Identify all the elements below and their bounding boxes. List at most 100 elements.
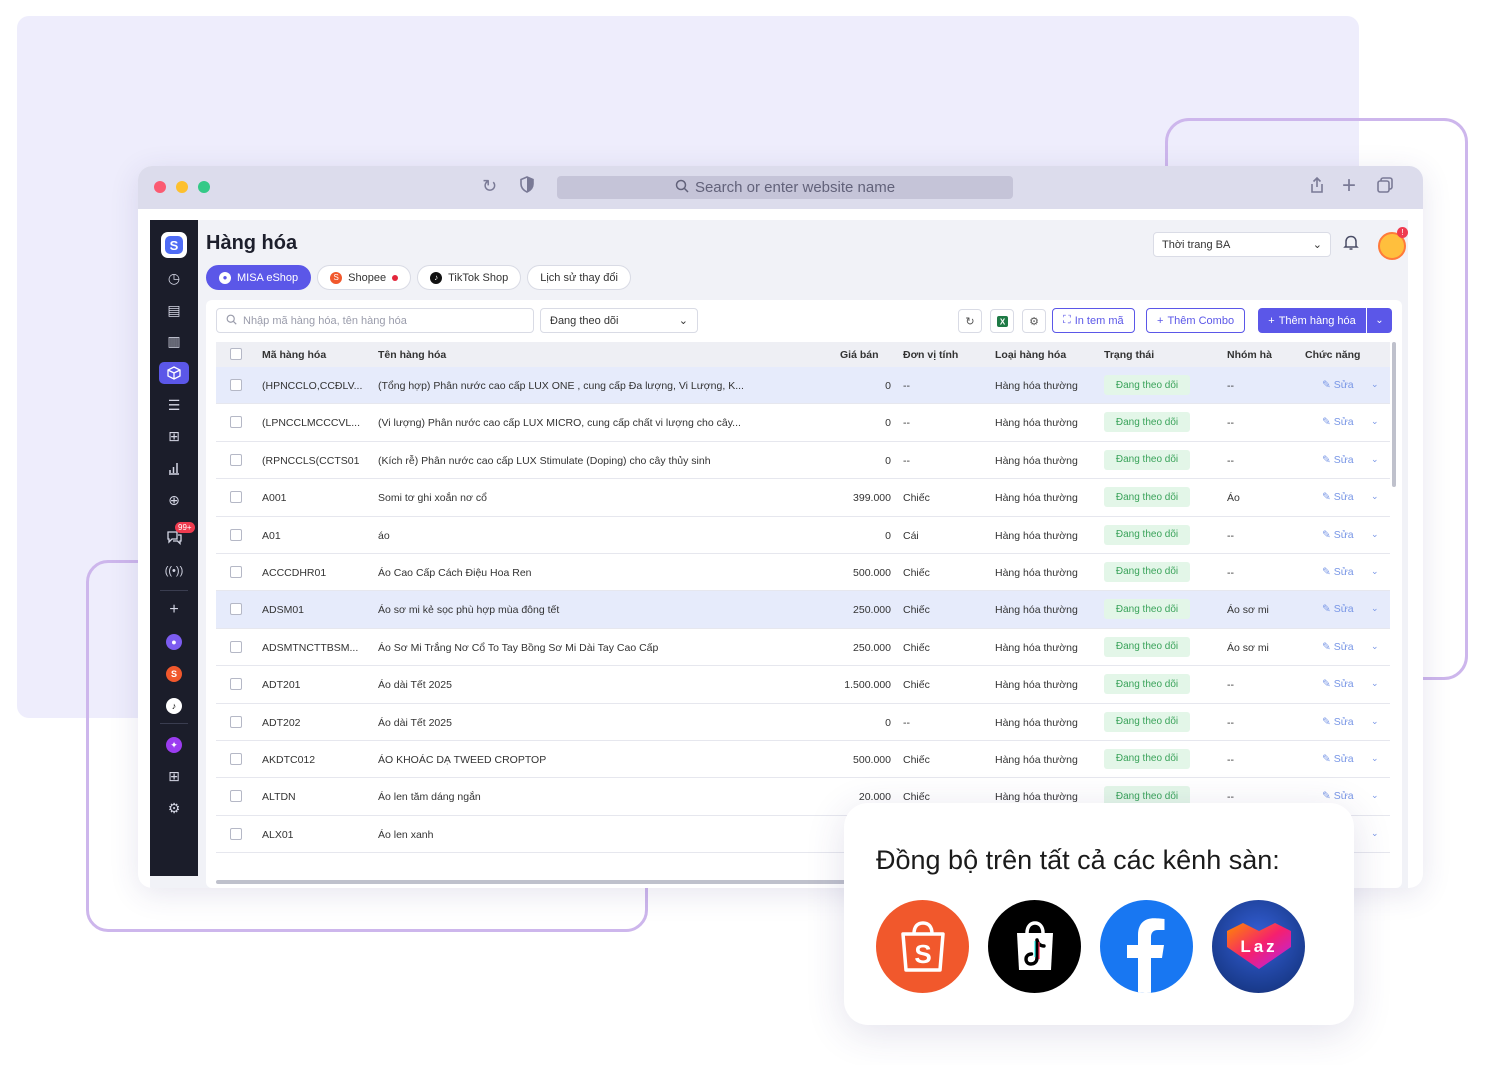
table-row[interactable]: ADSMTNCTTBSM... Áo Sơ Mi Trắng Nơ Cổ To T… (216, 629, 1390, 667)
documents-icon[interactable]: ▥ (159, 330, 189, 352)
table-row[interactable]: ACCCDHR01 Áo Cao Cấp Cách Điệu Hoa Ren 500… (216, 554, 1390, 592)
row-checkbox[interactable] (230, 379, 242, 391)
row-checkbox[interactable] (230, 752, 242, 765)
row-checkbox[interactable] (230, 416, 242, 429)
edit-link[interactable]: ✎ Sửa (1322, 716, 1354, 728)
refresh-button[interactable]: ↻ (958, 309, 982, 333)
eshop-channel-icon[interactable]: ● (166, 634, 182, 650)
shield-icon[interactable] (519, 176, 535, 198)
store-select[interactable]: Thời trang BA ⌄ (1153, 232, 1331, 257)
edit-link[interactable]: ✎ Sửa (1322, 491, 1354, 503)
status-filter-select[interactable]: Đang theo dõi ⌄ (540, 308, 698, 333)
apps-grid-icon[interactable]: ⊞ (159, 765, 189, 787)
settings-gear-icon[interactable]: ⚙ (159, 797, 189, 819)
table-row[interactable]: ADT201 Áo dài Tết 2025 1.500.000 Chiếc Hàng … (216, 666, 1390, 704)
column-header-code[interactable]: Mã hàng hóa (262, 349, 326, 361)
column-header-price[interactable]: Giá bán (840, 349, 879, 361)
export-excel-button[interactable]: X (990, 309, 1014, 333)
row-menu-chevron-icon[interactable]: ⌄ (1371, 454, 1379, 465)
row-checkbox[interactable] (230, 678, 242, 691)
table-row[interactable]: ADT202 Áo dài Tết 2025 0 -- Hàng hóa thường Đ… (216, 704, 1390, 741)
gift-icon[interactable]: ⊕ (159, 489, 189, 511)
row-menu-chevron-icon[interactable]: ⌄ (1371, 790, 1379, 801)
edit-link[interactable]: ✎ Sửa (1322, 454, 1354, 466)
table-row[interactable]: A001 Somi tơ ghi xoắn nơ cổ 399.000 Chiếc Hà… (216, 479, 1390, 517)
row-checkbox[interactable] (230, 565, 242, 578)
orders-icon[interactable]: ▤ (159, 299, 189, 321)
tab-shopee[interactable]: S Shopee (317, 265, 412, 290)
tab-misa-eshop[interactable]: ● MISA eShop (206, 265, 312, 290)
reload-icon[interactable]: ↻ (482, 176, 497, 197)
tab-change-history[interactable]: Lịch sử thay đổi (527, 265, 631, 290)
address-bar[interactable]: Search or enter website name (557, 176, 1013, 199)
shopee-channel-icon[interactable]: S (166, 666, 182, 682)
report-chart-icon[interactable] (159, 457, 189, 479)
row-menu-chevron-icon[interactable]: ⌄ (1371, 416, 1379, 427)
row-checkbox[interactable] (230, 790, 242, 803)
table-row[interactable]: AKDTC012 ÁO KHOÁC DẠ TWEED CROPTOP 500.000… (216, 741, 1390, 779)
print-label-button[interactable]: ⛶ In tem mã (1052, 308, 1135, 333)
tiktok-channel-icon[interactable]: ♪ (166, 698, 182, 714)
row-menu-chevron-icon[interactable]: ⌄ (1371, 529, 1379, 540)
products-icon[interactable] (159, 362, 189, 384)
app-logo[interactable]: S (161, 232, 187, 258)
tab-tiktok-shop[interactable]: ♪ TikTok Shop (417, 265, 522, 290)
column-settings-button[interactable]: ⚙ (1022, 309, 1046, 333)
row-menu-chevron-icon[interactable]: ⌄ (1371, 603, 1379, 614)
broadcast-icon[interactable]: ((•)) (159, 560, 189, 582)
row-checkbox[interactable] (230, 528, 242, 541)
column-header-name[interactable]: Tên hàng hóa (378, 349, 446, 361)
add-product-button[interactable]: + Thêm hàng hóa (1258, 308, 1366, 333)
dashboard-icon[interactable]: ◷ (159, 267, 189, 289)
apps-channel-icon[interactable]: ✦ (166, 737, 182, 753)
edit-link[interactable]: ✎ Sửa (1322, 379, 1354, 391)
maximize-window-button[interactable] (198, 181, 210, 193)
table-row[interactable]: ADSM01 Áo sơ mi kẻ sọc phù hợp mùa đông t… (216, 591, 1390, 629)
column-header-type[interactable]: Loại hàng hóa (995, 349, 1066, 361)
row-checkbox[interactable] (230, 715, 242, 728)
new-tab-icon[interactable]: + (1342, 172, 1356, 200)
list-icon[interactable]: ☰ (159, 394, 189, 416)
edit-link[interactable]: ✎ Sửa (1322, 603, 1354, 615)
table-row[interactable]: A01 áo 0 Cái Hàng hóa thường Đang theo dõi -- ✎… (216, 517, 1390, 554)
row-menu-chevron-icon[interactable]: ⌄ (1371, 566, 1379, 577)
column-header-status[interactable]: Trạng thái (1104, 349, 1154, 361)
add-channel-icon[interactable]: + (159, 599, 189, 621)
edit-link[interactable]: ✎ Sửa (1322, 566, 1354, 578)
table-row[interactable]: (LPNCCLMCCCVL... (Vi lượng) Phân nước cao… (216, 404, 1390, 442)
table-row[interactable]: (HPNCCLO,CCĐLV... (Tổng hợp) Phân nước ca… (216, 367, 1390, 405)
minimize-window-button[interactable] (176, 181, 188, 193)
row-menu-chevron-icon[interactable]: ⌄ (1371, 678, 1379, 689)
select-all-checkbox[interactable] (230, 348, 242, 360)
close-window-button[interactable] (154, 181, 166, 193)
row-menu-chevron-icon[interactable]: ⌄ (1371, 716, 1379, 727)
row-menu-chevron-icon[interactable]: ⌄ (1371, 379, 1379, 390)
horizontal-scrollbar[interactable] (216, 880, 856, 884)
row-menu-chevron-icon[interactable]: ⌄ (1371, 828, 1379, 839)
search-input[interactable]: Nhập mã hàng hóa, tên hàng hóa (216, 308, 534, 333)
row-menu-chevron-icon[interactable]: ⌄ (1371, 753, 1379, 764)
row-checkbox[interactable] (230, 603, 242, 616)
add-combo-button[interactable]: + Thêm Combo (1146, 308, 1246, 333)
edit-link[interactable]: ✎ Sửa (1322, 529, 1354, 541)
add-product-dropdown-button[interactable]: ⌄ (1367, 308, 1392, 333)
table-row[interactable]: (RPNCCLS(CCTS01 (Kích rễ) Phân nước cao c… (216, 442, 1390, 480)
row-checkbox[interactable] (230, 640, 242, 653)
column-header-unit[interactable]: Đơn vị tính (903, 349, 958, 361)
edit-link[interactable]: ✎ Sửa (1322, 678, 1354, 690)
edit-link[interactable]: ✎ Sửa (1322, 753, 1354, 765)
row-checkbox[interactable] (230, 491, 242, 504)
column-header-group[interactable]: Nhóm hà (1227, 349, 1272, 361)
category-icon[interactable]: ⊞ (159, 425, 189, 447)
vertical-scrollbar[interactable] (1392, 342, 1396, 487)
row-menu-chevron-icon[interactable]: ⌄ (1371, 491, 1379, 502)
edit-link[interactable]: ✎ Sửa (1322, 416, 1354, 428)
edit-link[interactable]: ✎ Sửa (1322, 790, 1354, 802)
notification-bell-icon[interactable] (1343, 234, 1359, 256)
row-checkbox[interactable] (230, 453, 242, 466)
row-checkbox[interactable] (230, 827, 242, 840)
share-icon[interactable] (1308, 176, 1326, 199)
row-menu-chevron-icon[interactable]: ⌄ (1371, 641, 1379, 652)
edit-link[interactable]: ✎ Sửa (1322, 641, 1354, 653)
tabs-overview-icon[interactable] (1376, 176, 1394, 199)
